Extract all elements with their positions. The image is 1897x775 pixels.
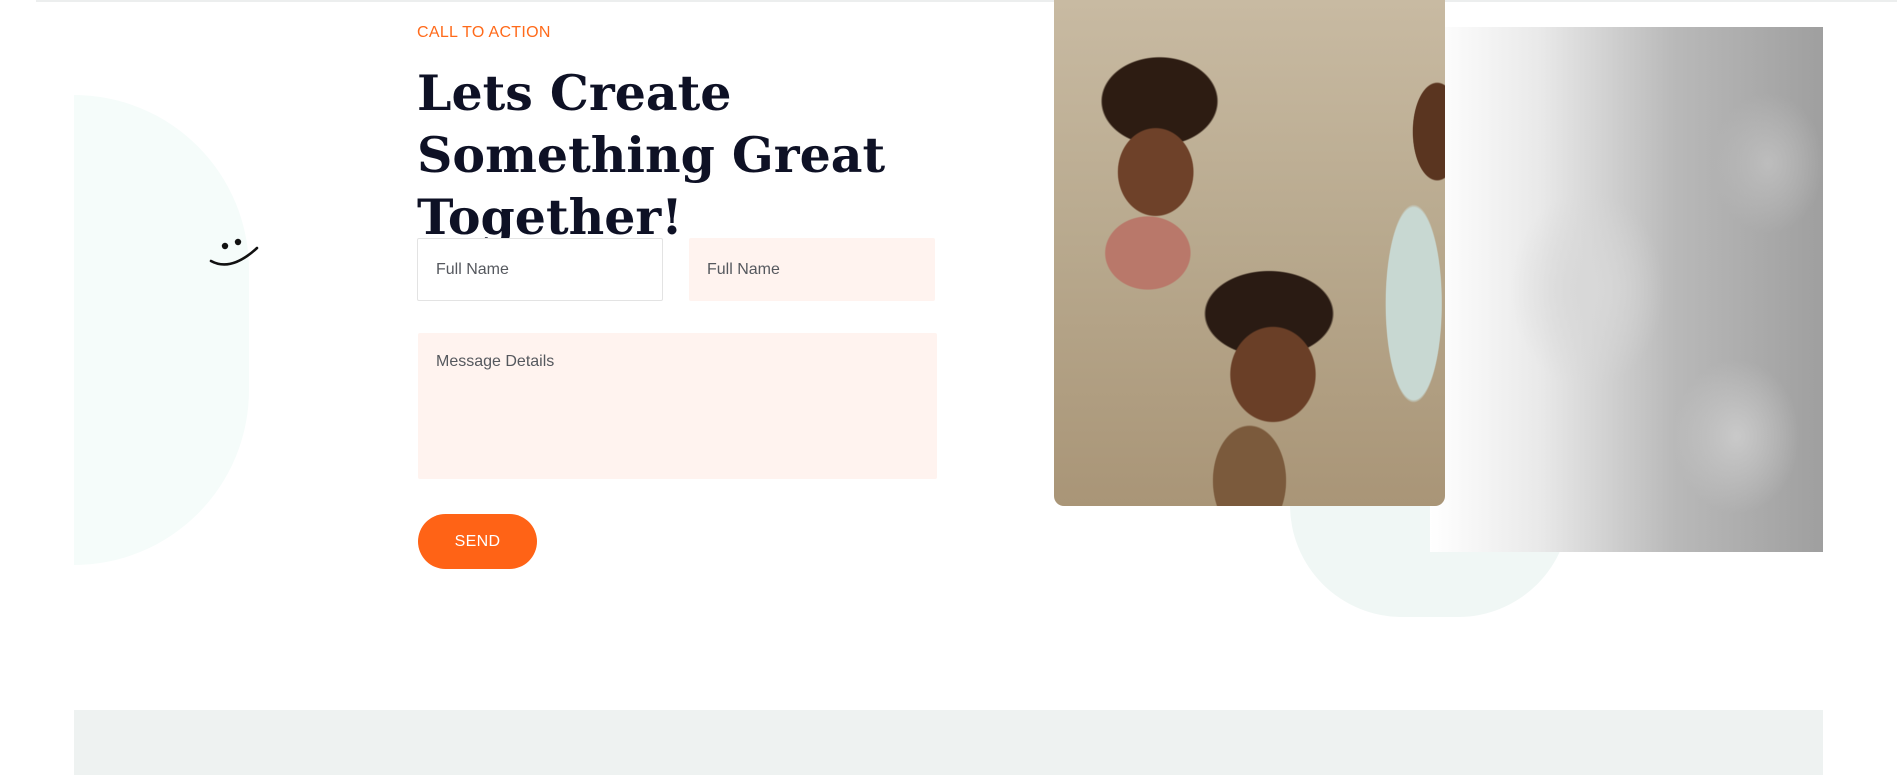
full-name-field-1[interactable] [417,238,663,301]
section-eyebrow: CALL TO ACTION [417,24,551,41]
message-details-field[interactable] [418,333,937,479]
send-button[interactable]: SEND [418,514,537,569]
footer-band [74,710,1823,775]
top-divider [36,0,1897,2]
smile-face-icon [209,238,259,266]
section-headline: Lets Create Something Great Together! [417,64,886,246]
decorative-half-circle [74,95,249,565]
full-name-field-2[interactable] [689,238,935,301]
children-photo-grayscale [1430,27,1823,552]
children-photo-color [1054,0,1445,506]
